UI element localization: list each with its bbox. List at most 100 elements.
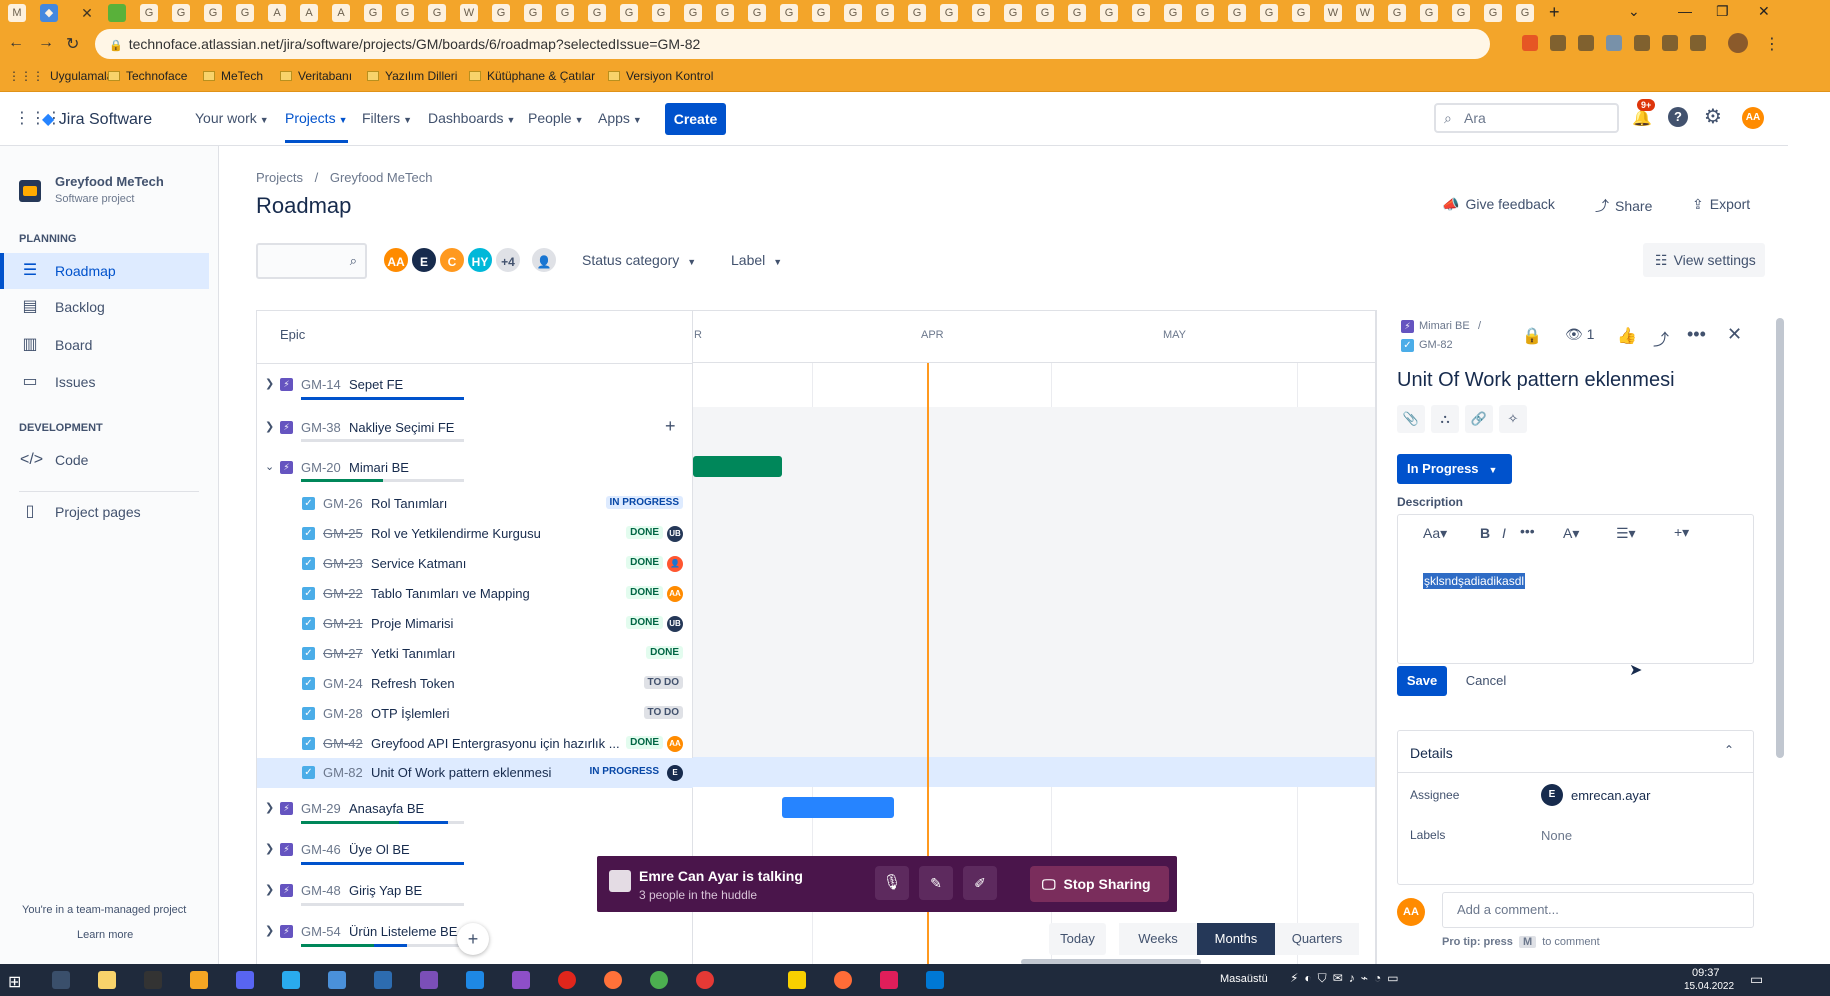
profile-icon[interactable] <box>1728 33 1748 53</box>
close-window-icon[interactable]: ✕ <box>1758 3 1770 20</box>
child-issue-row[interactable]: ✓ GM-28 OTP İşlemleri TO DO <box>257 699 693 729</box>
video-off-icon[interactable]: ✎ <box>919 866 953 900</box>
export-button[interactable]: ⇪ Export <box>1692 196 1750 213</box>
nav-people[interactable]: People ▼ <box>528 110 584 126</box>
nav-your-work[interactable]: Your work ▼ <box>195 110 269 126</box>
desktop-label[interactable]: Masaüstü <box>1220 973 1268 985</box>
roadmap-search-input[interactable]: ⌕ <box>256 243 367 279</box>
link-icon[interactable]: 🔗 <box>1465 405 1493 433</box>
sidebar-item-code[interactable]: </> Code <box>0 442 209 478</box>
tab-favicon[interactable]: G <box>716 4 734 22</box>
sidebar-item-issues[interactable]: ▭ Issues <box>0 364 209 400</box>
tab-favicon[interactable]: G <box>1516 4 1534 22</box>
parent-epic-link[interactable]: Mimari BE <box>1419 320 1470 332</box>
project-name[interactable]: Greyfood MeTech <box>55 174 164 189</box>
browser-menu-icon[interactable]: ⋮ <box>1764 34 1780 54</box>
notifications-icon[interactable]: 🔔 <box>1632 108 1652 128</box>
child-issue-row[interactable]: ✓ GM-26 Rol Tanımları IN PROGRESS <box>257 489 693 519</box>
app-icon[interactable] <box>190 971 208 989</box>
attachment-icon[interactable]: 📎 <box>1397 405 1425 433</box>
save-button[interactable]: Save <box>1397 666 1447 696</box>
insert-icon[interactable]: +▾ <box>1674 524 1689 541</box>
tab-favicon[interactable]: G <box>684 4 702 22</box>
text-color-icon[interactable]: A▾ <box>1563 525 1579 542</box>
list-icon[interactable]: ☰▾ <box>1616 525 1636 542</box>
tab-favicon[interactable]: G <box>1420 4 1438 22</box>
apps-bookmark[interactable]: ⋮⋮⋮ Uygulamalar <box>8 69 117 83</box>
file-explorer-icon[interactable] <box>98 971 116 989</box>
filter-avatar-e[interactable]: E <box>410 246 438 274</box>
quarters-button[interactable]: Quarters <box>1275 923 1359 955</box>
apps-icon[interactable]: ✧ <box>1499 405 1527 433</box>
child-issue-row[interactable]: ✓ GM-27 Yetki Tanımları DONE <box>257 639 693 669</box>
help-icon[interactable]: ? <box>1668 107 1688 127</box>
stop-sharing-button[interactable]: 🖵 Stop Sharing <box>1030 866 1169 902</box>
labels-value[interactable]: None <box>1541 828 1572 843</box>
tab-favicon[interactable]: W <box>460 4 478 22</box>
tab-favicon[interactable]: G <box>972 4 990 22</box>
back-icon[interactable]: ← <box>8 34 24 52</box>
nav-filters[interactable]: Filters ▼ <box>362 110 412 126</box>
visual-studio-icon[interactable] <box>420 971 438 989</box>
sidebar-item-roadmap[interactable]: ☰ Roadmap <box>0 253 209 289</box>
address-bar[interactable]: 🔒 technoface.atlassian.net/jira/software/… <box>95 29 1490 59</box>
chrome-icon[interactable] <box>650 971 668 989</box>
comment-input[interactable]: Add a comment... <box>1442 892 1754 928</box>
more-formatting-icon[interactable]: ••• <box>1520 523 1535 539</box>
firefox-icon[interactable] <box>604 971 622 989</box>
tab-favicon[interactable] <box>108 4 126 22</box>
clock-time[interactable]: 09:37 <box>1692 967 1720 979</box>
sidebar-item-backlog[interactable]: ▤ Backlog <box>0 289 209 325</box>
puzzle-icon[interactable] <box>1662 35 1678 51</box>
tab-favicon[interactable]: G <box>1132 4 1150 22</box>
reload-icon[interactable]: ↻ <box>66 34 79 54</box>
chevron-right-icon[interactable]: ❯ <box>265 420 274 433</box>
tab-search-icon[interactable]: ⌄ <box>1628 3 1640 20</box>
close-panel-icon[interactable]: ✕ <box>1727 324 1742 345</box>
bold-icon[interactable]: B <box>1480 525 1490 541</box>
months-button[interactable]: Months <box>1197 923 1275 955</box>
tab-favicon[interactable]: G <box>940 4 958 22</box>
tab-favicon[interactable]: G <box>1196 4 1214 22</box>
slack-icon[interactable] <box>880 971 898 989</box>
tab-favicon[interactable]: G <box>1260 4 1278 22</box>
bookmark-folder[interactable]: MeTech <box>203 69 263 83</box>
clock-date[interactable]: 15.04.2022 <box>1684 981 1734 992</box>
panel-scrollbar[interactable] <box>1776 318 1784 758</box>
tab-favicon[interactable]: G <box>204 4 222 22</box>
assignee-value[interactable]: emrecan.ayar <box>1571 788 1650 803</box>
share-icon[interactable]: ⤴ <box>1653 326 1669 350</box>
tab-favicon[interactable]: G <box>1068 4 1086 22</box>
today-button[interactable]: Today <box>1049 923 1106 955</box>
give-feedback-button[interactable]: 📣 Give feedback <box>1442 196 1555 213</box>
tab-favicon[interactable]: A <box>332 4 350 22</box>
tab-favicon[interactable]: G <box>364 4 382 22</box>
epic-row[interactable]: ❯ ⚡ GM-38 Nakliye Seçimi FE + <box>257 407 693 448</box>
app-icon[interactable] <box>926 971 944 989</box>
sidepanel-icon[interactable] <box>1690 35 1706 51</box>
tab-favicon[interactable]: G <box>780 4 798 22</box>
epic-bar-anasayfa-be[interactable] <box>782 797 894 818</box>
filter-avatar-c[interactable]: C <box>438 246 466 274</box>
tab-favicon[interactable]: G <box>1484 4 1502 22</box>
jira-logo[interactable]: ◆ Jira Software <box>42 109 152 129</box>
tab-favicon[interactable]: G <box>1388 4 1406 22</box>
sticky-notes-icon[interactable] <box>788 971 806 989</box>
epic-row[interactable]: ❯ ⚡ GM-29 Anasayfa BE <box>257 788 693 829</box>
chevron-right-icon[interactable]: ❯ <box>265 883 274 896</box>
maximize-icon[interactable]: ❐ <box>1716 3 1729 20</box>
extension-icon[interactable] <box>1550 35 1566 51</box>
tab-favicon[interactable]: A <box>300 4 318 22</box>
italic-icon[interactable]: I <box>1502 525 1506 541</box>
opera-icon[interactable] <box>558 971 576 989</box>
sidebar-item-project-pages[interactable]: ▯ Project pages <box>0 494 209 530</box>
breadcrumb-project[interactable]: Greyfood MeTech <box>330 170 433 185</box>
visual-studio-icon[interactable] <box>512 971 530 989</box>
description-editor[interactable]: Aa▾ B I ••• A▾ ☰▾ +▾ şklsndşadiadikasdl <box>1397 514 1754 664</box>
extension-icon[interactable] <box>1522 35 1538 51</box>
text-style-dropdown[interactable]: Aa▾ <box>1423 525 1447 542</box>
extension-icon[interactable] <box>1606 35 1622 51</box>
tab-favicon[interactable]: ◆ <box>40 4 58 22</box>
minimize-icon[interactable]: — <box>1678 3 1692 19</box>
create-button[interactable]: Create <box>665 103 726 135</box>
